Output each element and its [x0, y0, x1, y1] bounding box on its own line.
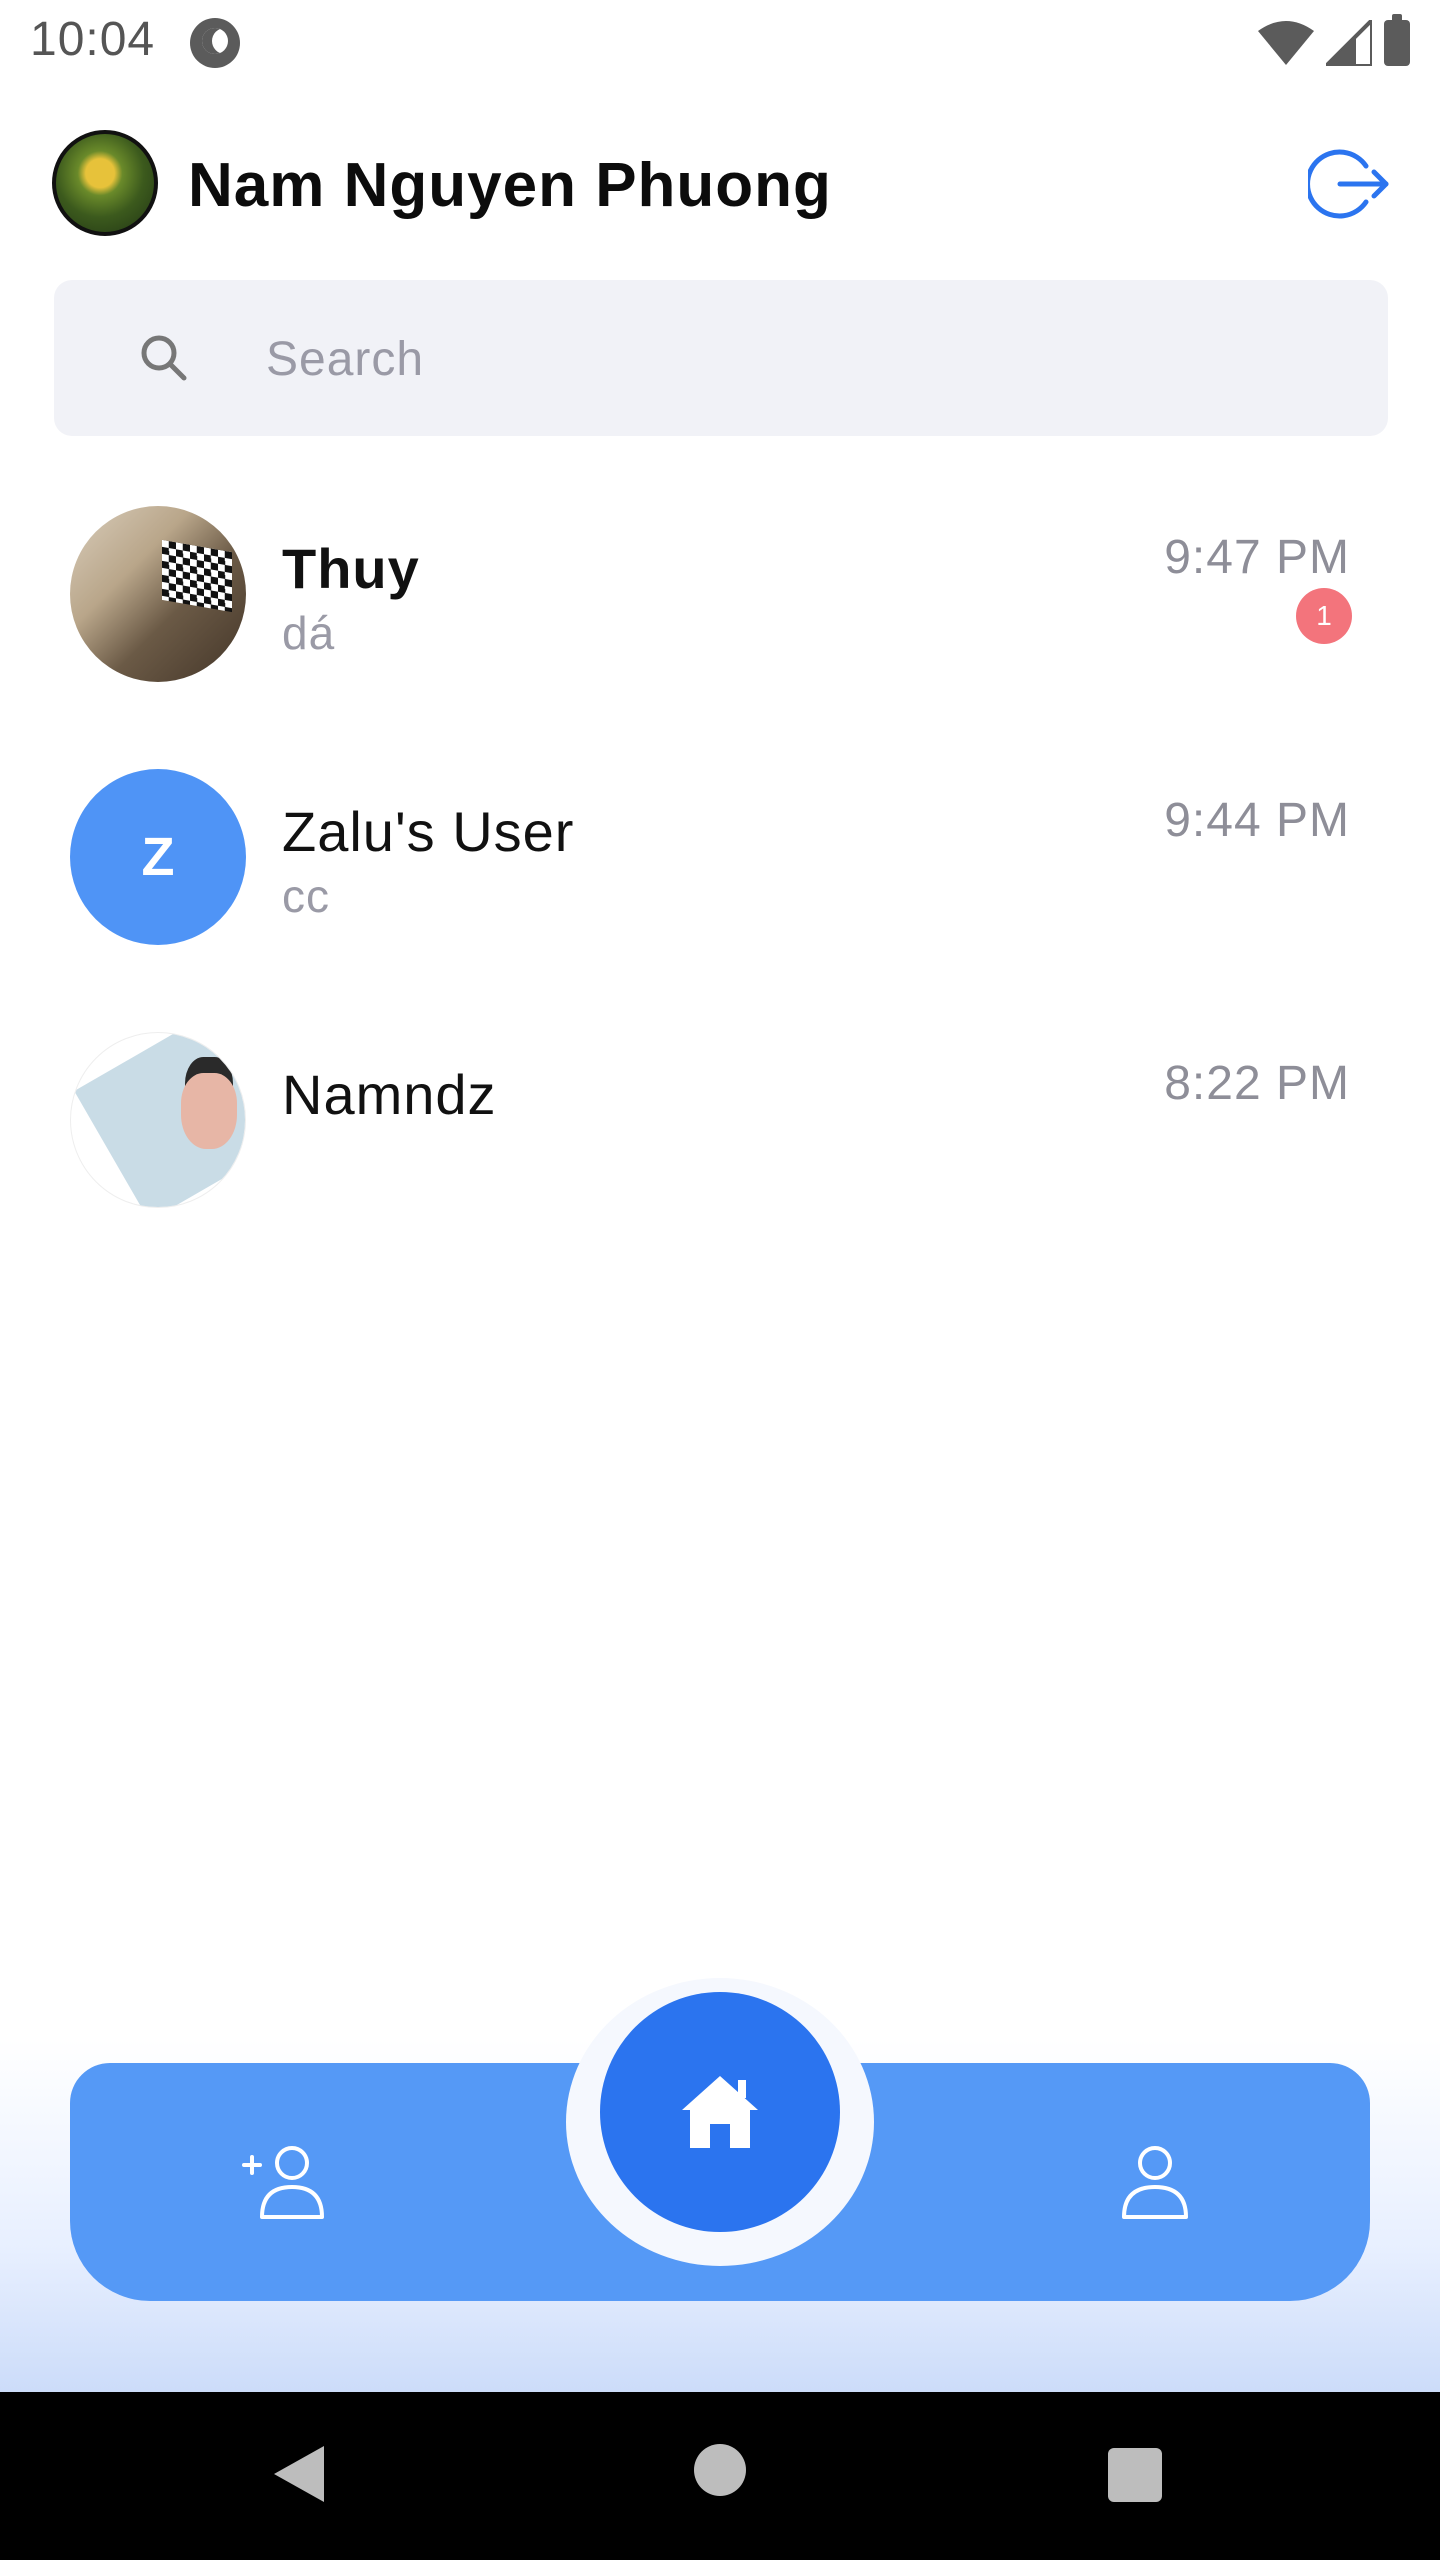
add-friend-icon[interactable] — [240, 2135, 330, 2225]
search-icon — [141, 335, 187, 381]
profile-icon[interactable] — [1110, 2135, 1200, 2225]
home-icon — [682, 2076, 758, 2148]
contact-avatar: Z — [70, 769, 246, 945]
conversation-list: Thuy dá 9:47 PM 1 Z Zalu's User cc 9:44 … — [0, 494, 1440, 1283]
status-time: 10:04 — [30, 13, 156, 66]
logout-icon[interactable] — [1308, 142, 1392, 226]
message-time: 9:44 PM — [1164, 794, 1350, 847]
user-name: Nam Nguyen Phuong — [188, 151, 832, 220]
message-preview: cc — [282, 870, 330, 922]
conversation-item[interactable]: Namndz 8:22 PM — [0, 1020, 1440, 1283]
home-button[interactable] — [600, 1992, 840, 2232]
conversation-item[interactable]: Thuy dá 9:47 PM 1 — [0, 494, 1440, 757]
system-home-icon[interactable] — [694, 2444, 746, 2496]
conversation-item[interactable]: Z Zalu's User cc 9:44 PM — [0, 757, 1440, 1020]
status-bar: 10:04 — [0, 0, 1440, 84]
message-time: 9:47 PM — [1164, 531, 1350, 584]
contact-name: Zalu's User — [282, 800, 575, 863]
search-input[interactable] — [264, 318, 1268, 400]
contact-avatar — [70, 506, 246, 682]
message-preview: dá — [282, 607, 336, 659]
signal-icon — [1326, 20, 1372, 66]
contact-name: Namndz — [282, 1063, 497, 1126]
app-notification-icon — [190, 18, 240, 68]
contact-name: Thuy — [282, 537, 420, 600]
battery-icon — [1384, 14, 1410, 66]
unread-badge: 1 — [1296, 588, 1352, 644]
user-avatar[interactable] — [52, 130, 158, 236]
message-time: 8:22 PM — [1164, 1057, 1350, 1110]
recents-icon[interactable] — [1108, 2448, 1162, 2502]
wifi-icon — [1258, 21, 1314, 65]
system-nav-bar — [0, 2392, 1440, 2560]
header: Nam Nguyen Phuong — [0, 120, 1440, 250]
contact-avatar — [70, 1032, 246, 1208]
status-icons — [1258, 14, 1410, 68]
back-icon[interactable] — [268, 2442, 328, 2506]
search-bar[interactable] — [54, 280, 1388, 436]
